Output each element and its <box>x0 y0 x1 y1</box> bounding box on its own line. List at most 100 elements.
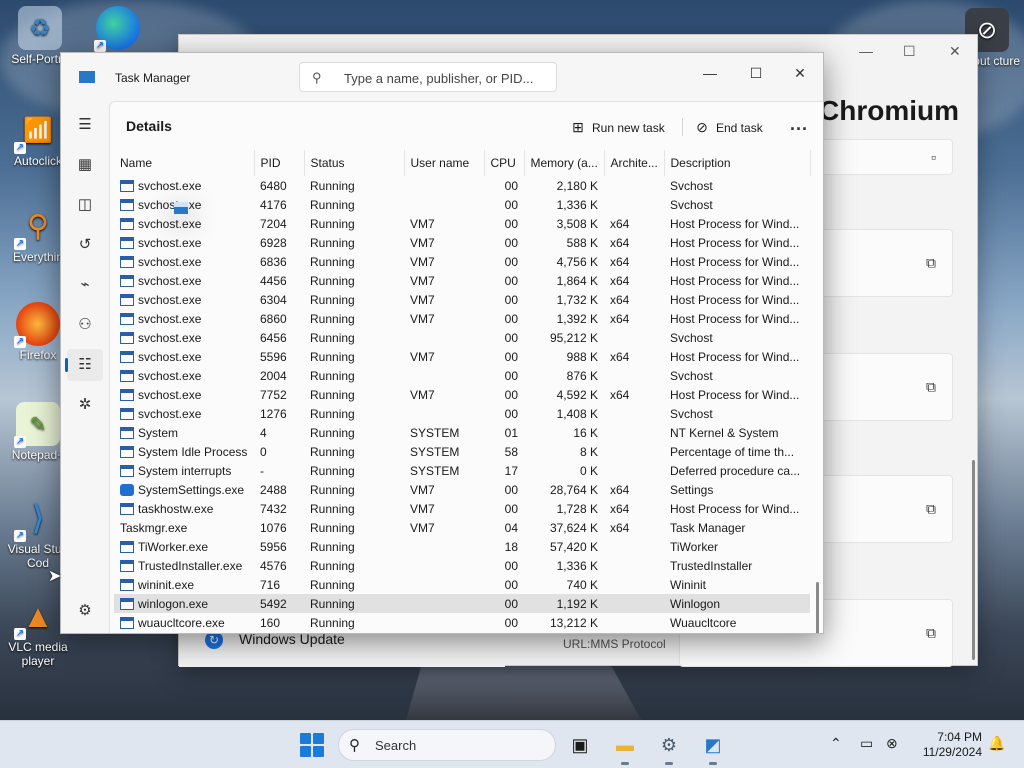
cell-memory: 588 K <box>566 235 598 250</box>
table-row[interactable]: svchost.exe 1276 Running 00 1,408 K Svchost <box>114 404 810 423</box>
start-button[interactable] <box>300 733 324 757</box>
cell-name: svchost.exe <box>114 328 254 347</box>
cell-architecture <box>604 442 664 461</box>
cell-user <box>404 195 484 214</box>
table-row[interactable]: winlogon.exe 5492 Running 00 1,192 K Winlogon <box>114 594 810 613</box>
run-new-task-button[interactable]: ⊞ Run new task <box>570 116 665 138</box>
cell-status: Running <box>310 387 355 402</box>
column-header-status[interactable]: Status <box>304 150 405 176</box>
close-button[interactable]: ✕ <box>783 59 817 87</box>
details-icon[interactable]: ☷ <box>65 349 103 381</box>
table-row[interactable]: svchost.exe 5596 Running VM7 00 988 K x64 Host … <box>114 347 810 366</box>
table-row[interactable]: TiWorker.exe 5956 Running 18 57,420 K TiWorke… <box>114 537 810 556</box>
cell-user: VM7 <box>410 273 435 288</box>
table-row[interactable]: Taskmgr.exe 1076 Running VM7 04 37,624 Kx64 Ta… <box>114 202 810 537</box>
table-row[interactable]: svchost.exe 6304 Running VM7 00 1,732 K x64 Hos… <box>114 290 810 309</box>
notification-bell-icon[interactable]: 🔔 <box>988 735 1005 752</box>
app-history-icon[interactable]: ↺ <box>67 229 103 261</box>
processes-icon[interactable]: ▦ <box>67 149 103 181</box>
table-row[interactable]: svchost.exe 6836 Running VM7 00 4,756 K x64 Hos… <box>114 252 810 271</box>
table-row[interactable]: svchost.exe 2004 Running 00 876 K Svchost <box>114 366 810 385</box>
cell-memory: 16 K <box>573 425 598 440</box>
cell-status: Running <box>310 178 355 193</box>
table-row[interactable]: System 4 Running SYSTEM 01 16 K NT Kernel & Sy… <box>114 423 810 442</box>
end-task-button[interactable]: ⊘ End task <box>694 116 763 138</box>
cell-cpu: 00 <box>504 197 518 212</box>
process-name: svchost.exe <box>138 349 202 364</box>
table-row[interactable]: TrustedInstaller.exe 4576 Running 00 1,336 K… <box>114 556 810 575</box>
table-row[interactable]: wuaucltcore.exe 160 Running 00 13,212 K Wuauc… <box>114 613 810 632</box>
table-row[interactable]: System Idle Process 0 Running SYSTEM 58 8 K Pe… <box>114 442 810 461</box>
startup-apps-icon[interactable]: ⌁ <box>67 269 103 301</box>
table-body: svchost.exe 6480 Running 00 2,180 K Svchost sv… <box>114 176 810 632</box>
process-icon <box>120 255 134 268</box>
column-header-memory[interactable]: Memory (a... <box>524 150 605 176</box>
task-view-icon[interactable]: ▣ <box>566 731 594 759</box>
mouse-cursor-icon: ➤ <box>48 568 62 585</box>
hamburger-menu-icon[interactable]: ☰ <box>67 109 103 141</box>
close-icon[interactable]: ✕ <box>949 43 961 60</box>
table-row[interactable]: svchost.exe 6456 Running 00 95,212 K Svchost <box>114 328 810 347</box>
clock[interactable]: 7:04 PM 11/29/2024 <box>906 730 982 760</box>
scrollbar[interactable] <box>816 582 819 633</box>
cell-status: Running <box>310 558 355 573</box>
cell-memory: 8 K <box>579 444 598 459</box>
column-header-description[interactable]: Description <box>664 150 811 176</box>
external-link-icon: ⧉ <box>926 254 936 271</box>
table-row[interactable]: svchost.exe 7752 Running VM7 00 4,592 K x64 Hos… <box>114 385 810 404</box>
task-manager-taskbar-icon[interactable]: ◩ <box>699 731 727 765</box>
settings-gear-icon[interactable]: ⚙ <box>67 595 103 627</box>
volume-muted-icon[interactable]: ⊗ <box>886 735 898 752</box>
search-box[interactable]: ⚲ <box>299 62 557 92</box>
table-row[interactable]: svchost.exe 4176 Running 00 1,336 K Svchost <box>114 195 810 214</box>
minimize-icon[interactable]: — <box>859 43 873 59</box>
taskbar-search[interactable]: ⚲ Search <box>338 729 556 761</box>
cell-status: Running <box>310 368 355 383</box>
column-header-name[interactable]: Name <box>114 150 255 176</box>
title-bar[interactable]: Task Manager ⚲ — ☐ ✕ <box>61 53 823 101</box>
maximize-icon[interactable]: ☐ <box>903 43 916 60</box>
table-row[interactable]: svchost.exe 6928 Running VM7 00 588 K x64 Host … <box>114 233 810 252</box>
task-manager-window[interactable]: Task Manager ⚲ — ☐ ✕ ☰ ▦ ◫ ↺ ⌁ ⚇ ☷ ✲ ⚙ D… <box>60 52 824 634</box>
file-explorer-icon[interactable]: ▬ <box>611 731 639 765</box>
settings-icon[interactable]: ⚙ <box>655 731 683 765</box>
cell-pid: 0 <box>260 444 267 459</box>
cell-description: Percentage of time th... <box>670 444 795 459</box>
table-row[interactable]: svchost.exe 7204 Running VM7 00 3,508 K x64 Hos… <box>114 214 810 233</box>
cell-user: VM7 <box>410 349 435 364</box>
show-hidden-icons-chevron-icon[interactable]: ⌃ <box>830 735 842 752</box>
maximize-button[interactable]: ☐ <box>739 59 773 87</box>
network-icon[interactable]: ▭ <box>860 735 873 752</box>
cell-architecture <box>604 556 664 575</box>
desktop-icon-edge[interactable]: ↗ <box>80 6 156 52</box>
external-link-icon: ⧉ <box>926 500 936 517</box>
table-row[interactable]: svchost.exe 6860 Running VM7 00 1,392 K x64 Hos… <box>114 309 810 328</box>
search-input[interactable] <box>344 69 549 87</box>
table-row[interactable]: wininit.exe 716 Running 00 740 K Wininit <box>114 575 810 594</box>
users-icon[interactable]: ⚇ <box>67 309 103 341</box>
table-header-row: Name PID Status User name CPU Memory (a.… <box>114 150 811 176</box>
minimize-button[interactable]: — <box>693 59 727 87</box>
table-row[interactable]: taskhostw.exe 7432 Running VM7 00 1,728 K x64 H… <box>114 499 810 518</box>
recycle-bin-icon: ♻ <box>18 6 62 50</box>
services-icon[interactable]: ✲ <box>67 389 103 421</box>
performance-icon[interactable]: ◫ <box>67 189 103 221</box>
process-name: System interrupts <box>138 463 232 478</box>
column-header-user[interactable]: User name <box>404 150 485 176</box>
column-header-pid[interactable]: PID <box>254 150 305 176</box>
table-row[interactable]: svchost.exe 4456 Running VM7 00 1,864 K x64 Hos… <box>114 271 810 290</box>
process-icon <box>120 464 134 477</box>
cell-architecture: x64 <box>610 501 630 516</box>
table-row[interactable]: SystemSettings.exe 2488 Running VM7 00 28,764… <box>114 480 810 499</box>
column-header-cpu[interactable]: CPU <box>484 150 525 176</box>
process-name: svchost.exe <box>138 292 202 307</box>
table-row[interactable]: svchost.exe 6480 Running 00 2,180 K Svchost <box>114 176 810 195</box>
details-table: Name PID Status User name CPU Memory (a.… <box>114 150 811 632</box>
cell-cpu: 00 <box>504 235 518 250</box>
scrollbar[interactable] <box>972 460 975 660</box>
column-header-architecture[interactable]: Archite... <box>604 150 665 176</box>
cell-description: Svchost <box>670 406 713 421</box>
table-row[interactable]: System interrupts - Running SYSTEM 17 0 K Defe… <box>114 461 810 480</box>
more-options-button[interactable]: ... <box>790 114 808 135</box>
search-icon: ⚲ <box>312 70 322 85</box>
